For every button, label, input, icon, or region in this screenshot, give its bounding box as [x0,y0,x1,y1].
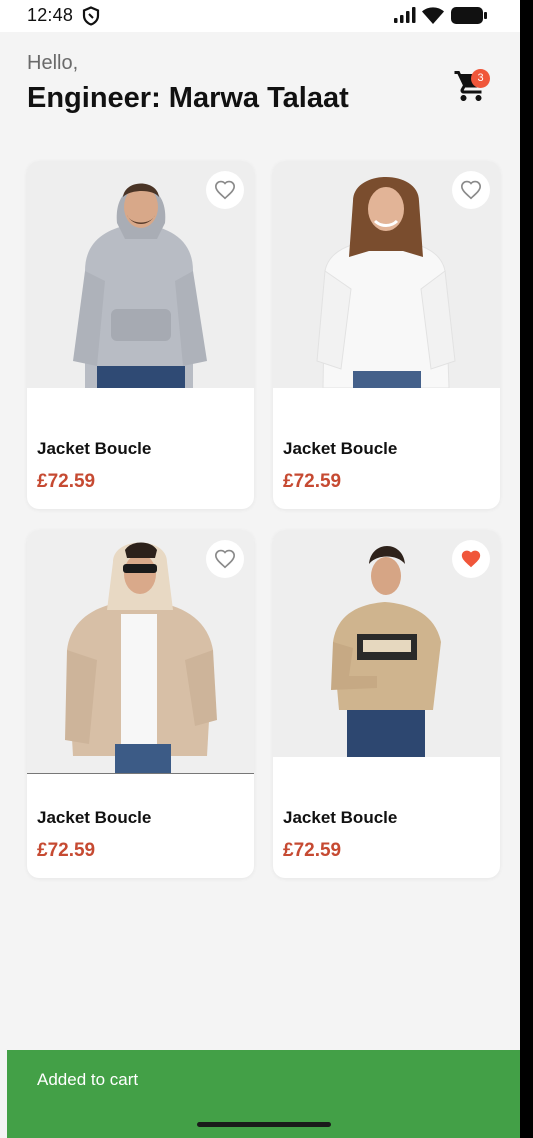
status-time: 12:48 [27,5,74,25]
product-title: Jacket Boucle [37,808,152,827]
heart-outline-icon [461,180,481,200]
app-screen: 12:48 Hello, Engineer: Marwa Talaat 3 Ja… [0,0,520,1138]
favorite-button[interactable] [452,540,490,578]
snackbar-message: Added to cart [37,1070,139,1089]
product-card[interactable]: Jacket Boucle £72.59 [273,161,500,509]
heart-filled-icon [461,550,481,568]
product-price: £72.59 [283,471,342,492]
heart-outline-icon [215,180,235,200]
product-title: Jacket Boucle [37,439,152,458]
product-title: Jacket Boucle [283,439,398,458]
user-name-title: Engineer: Marwa Talaat [27,82,349,114]
wifi-icon [422,7,444,24]
product-price: £72.59 [37,840,96,861]
product-title: Jacket Boucle [283,808,398,827]
product-card[interactable]: Jacket Boucle £72.59 [27,530,254,878]
cart-count-badge: 3 [471,69,490,88]
home-indicator[interactable] [197,1122,331,1127]
product-price: £72.59 [283,840,342,861]
favorite-button[interactable] [206,171,244,209]
product-card[interactable]: Jacket Boucle £72.59 [27,161,254,509]
favorite-button[interactable] [452,171,490,209]
product-price: £72.59 [37,471,96,492]
battery-icon [451,7,487,24]
greeting-text: Hello, [27,52,79,74]
status-bar: 12:48 [0,0,520,32]
heart-outline-icon [215,549,235,569]
favorite-button[interactable] [206,540,244,578]
shield-icon [82,6,100,26]
signal-icon [394,7,416,23]
product-card[interactable]: Jacket Boucle £72.59 [273,530,500,878]
